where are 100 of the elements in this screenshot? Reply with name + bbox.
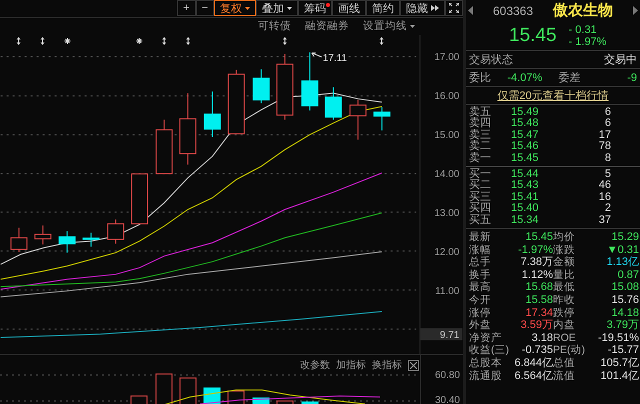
stat-value: -19.51% [597,332,639,344]
stat-value: 3.59万 [520,319,553,332]
candlestick [228,69,245,134]
stat-label: 昨收 [553,294,576,307]
stat-value: 7.38万 [520,256,553,269]
stat-value: 3.79万 [606,319,639,332]
chart-option-link[interactable]: 设置均线 [363,19,415,34]
stat-value: 1.12% [520,268,553,282]
toolbar-button[interactable]: 复权 [214,0,256,16]
order-price: 15.40 [511,203,540,215]
double-arrow-icon[interactable] [186,36,190,45]
volume-bar [302,402,318,404]
ratio-value: -9 [626,72,637,84]
stat-value: 0.87 [616,268,639,282]
stat-label: 今开 [469,294,492,307]
stat-label: 外盘 [469,319,492,332]
order-price: 15.46 [511,141,540,153]
toolbar-button[interactable]: 简约 [366,0,400,16]
stat-label: 流值 [553,370,576,382]
stock-name: 傲农生物 [553,1,614,20]
indicator-action-link[interactable]: 换指标 [372,358,402,372]
order-level-label: 买二 [469,180,492,192]
stat-value: 15.58 [524,294,553,307]
order-price: 15.43 [511,180,540,192]
order-volume: 78 [598,141,611,153]
order-volume: 37 [598,214,611,226]
toolbar-button[interactable]: 筹码 [298,0,332,16]
caret-icon [410,24,415,28]
previous-arrow-icon[interactable] [468,6,473,15]
price-axis-label: 12.00 [434,246,460,258]
toolbar-button[interactable]: + [177,0,196,16]
current-value-label: 9.71 [440,330,460,342]
notification-dot [326,3,330,7]
toolbar-button[interactable]: 画线 [332,0,366,16]
stat-label: 最低 [553,281,576,294]
stat-label: ROE [553,332,577,344]
double-arrow-icon[interactable] [380,36,384,45]
upgrade-link[interactable]: 仅需20元查看十档行情 [497,88,609,103]
order-level-label: 卖五 [469,107,492,118]
stat-label: 内盘 [553,319,576,332]
order-level-label: 卖一 [469,152,492,164]
order-level-label: 买一 [469,169,492,180]
percent-change: - 1.97% [568,36,606,48]
stat-label: PE(动) [553,344,586,357]
caret-icon [245,6,250,10]
stat-label: 金额 [553,256,576,269]
order-price: 15.44 [511,169,540,180]
stat-value: 6.564亿 [513,370,553,382]
order-level-label: 卖二 [469,141,492,152]
toolbar-button[interactable]: 隐藏 [400,0,445,16]
stat-value: 14.18 [610,306,639,320]
price-change: - 0.31 [568,24,598,36]
candlestick [10,227,28,252]
candlestick [156,119,173,174]
fullscreen-button[interactable] [445,0,463,16]
order-level-label: 买三 [469,192,492,203]
stat-value: 105.7亿 [599,357,639,370]
stat-label: 涨停 [469,306,492,320]
order-price: 15.41 [511,192,540,203]
close-button[interactable] [408,360,419,370]
stat-value: 15.76 [610,294,639,307]
stat-value: ▼0.31 [606,244,639,256]
toolbar-button[interactable]: − [196,0,214,16]
order-volume: 6 [604,107,611,118]
double-arrow-icon[interactable] [282,36,287,45]
indicator-action-link[interactable]: 改参数 [300,358,330,372]
asterisk-icon[interactable] [136,37,143,44]
stock-code: 603363 [492,4,534,18]
order-level-label: 卖三 [469,130,492,141]
order-volume: 17 [598,130,611,141]
double-arrow-icon[interactable] [162,36,166,45]
toolbar-button[interactable]: 叠加 [256,0,298,16]
price-axis-label: 14.00 [434,168,460,180]
stat-value: 15.29 [610,231,639,244]
candlestick [324,86,342,120]
next-arrow-icon[interactable] [633,6,638,15]
stat-value: 15.08 [610,281,639,294]
candlestick [34,224,52,245]
stat-label: 最高 [469,281,492,294]
stat-value: 101.4亿 [599,370,639,382]
stat-label: 均价 [553,231,576,244]
stat-value: -15.77 [606,344,639,357]
stat-label: 换手 [469,268,492,281]
stat-label: 流通股 [469,370,503,382]
stat-label: 量比 [553,268,576,282]
stat-label: 总手 [469,256,492,269]
indicator-action-link[interactable]: 加指标 [336,358,366,372]
double-arrow-icon[interactable] [16,36,21,45]
price-axis-label: 15.00 [434,130,460,141]
ratio-label: 委差 [558,70,581,85]
candlestick [131,173,148,224]
chart-option-link[interactable]: 可转债 [258,19,291,34]
chart-option-link[interactable]: 融资融券 [305,19,349,34]
asterisk-icon[interactable] [64,37,71,44]
candlestick [373,106,390,131]
double-arrow-icon[interactable] [40,36,45,45]
order-level-label: 买四 [469,203,492,214]
indicator-axis-label: 60.80 [434,370,460,381]
high-price-pointer [311,52,322,58]
candlestick [82,232,100,248]
